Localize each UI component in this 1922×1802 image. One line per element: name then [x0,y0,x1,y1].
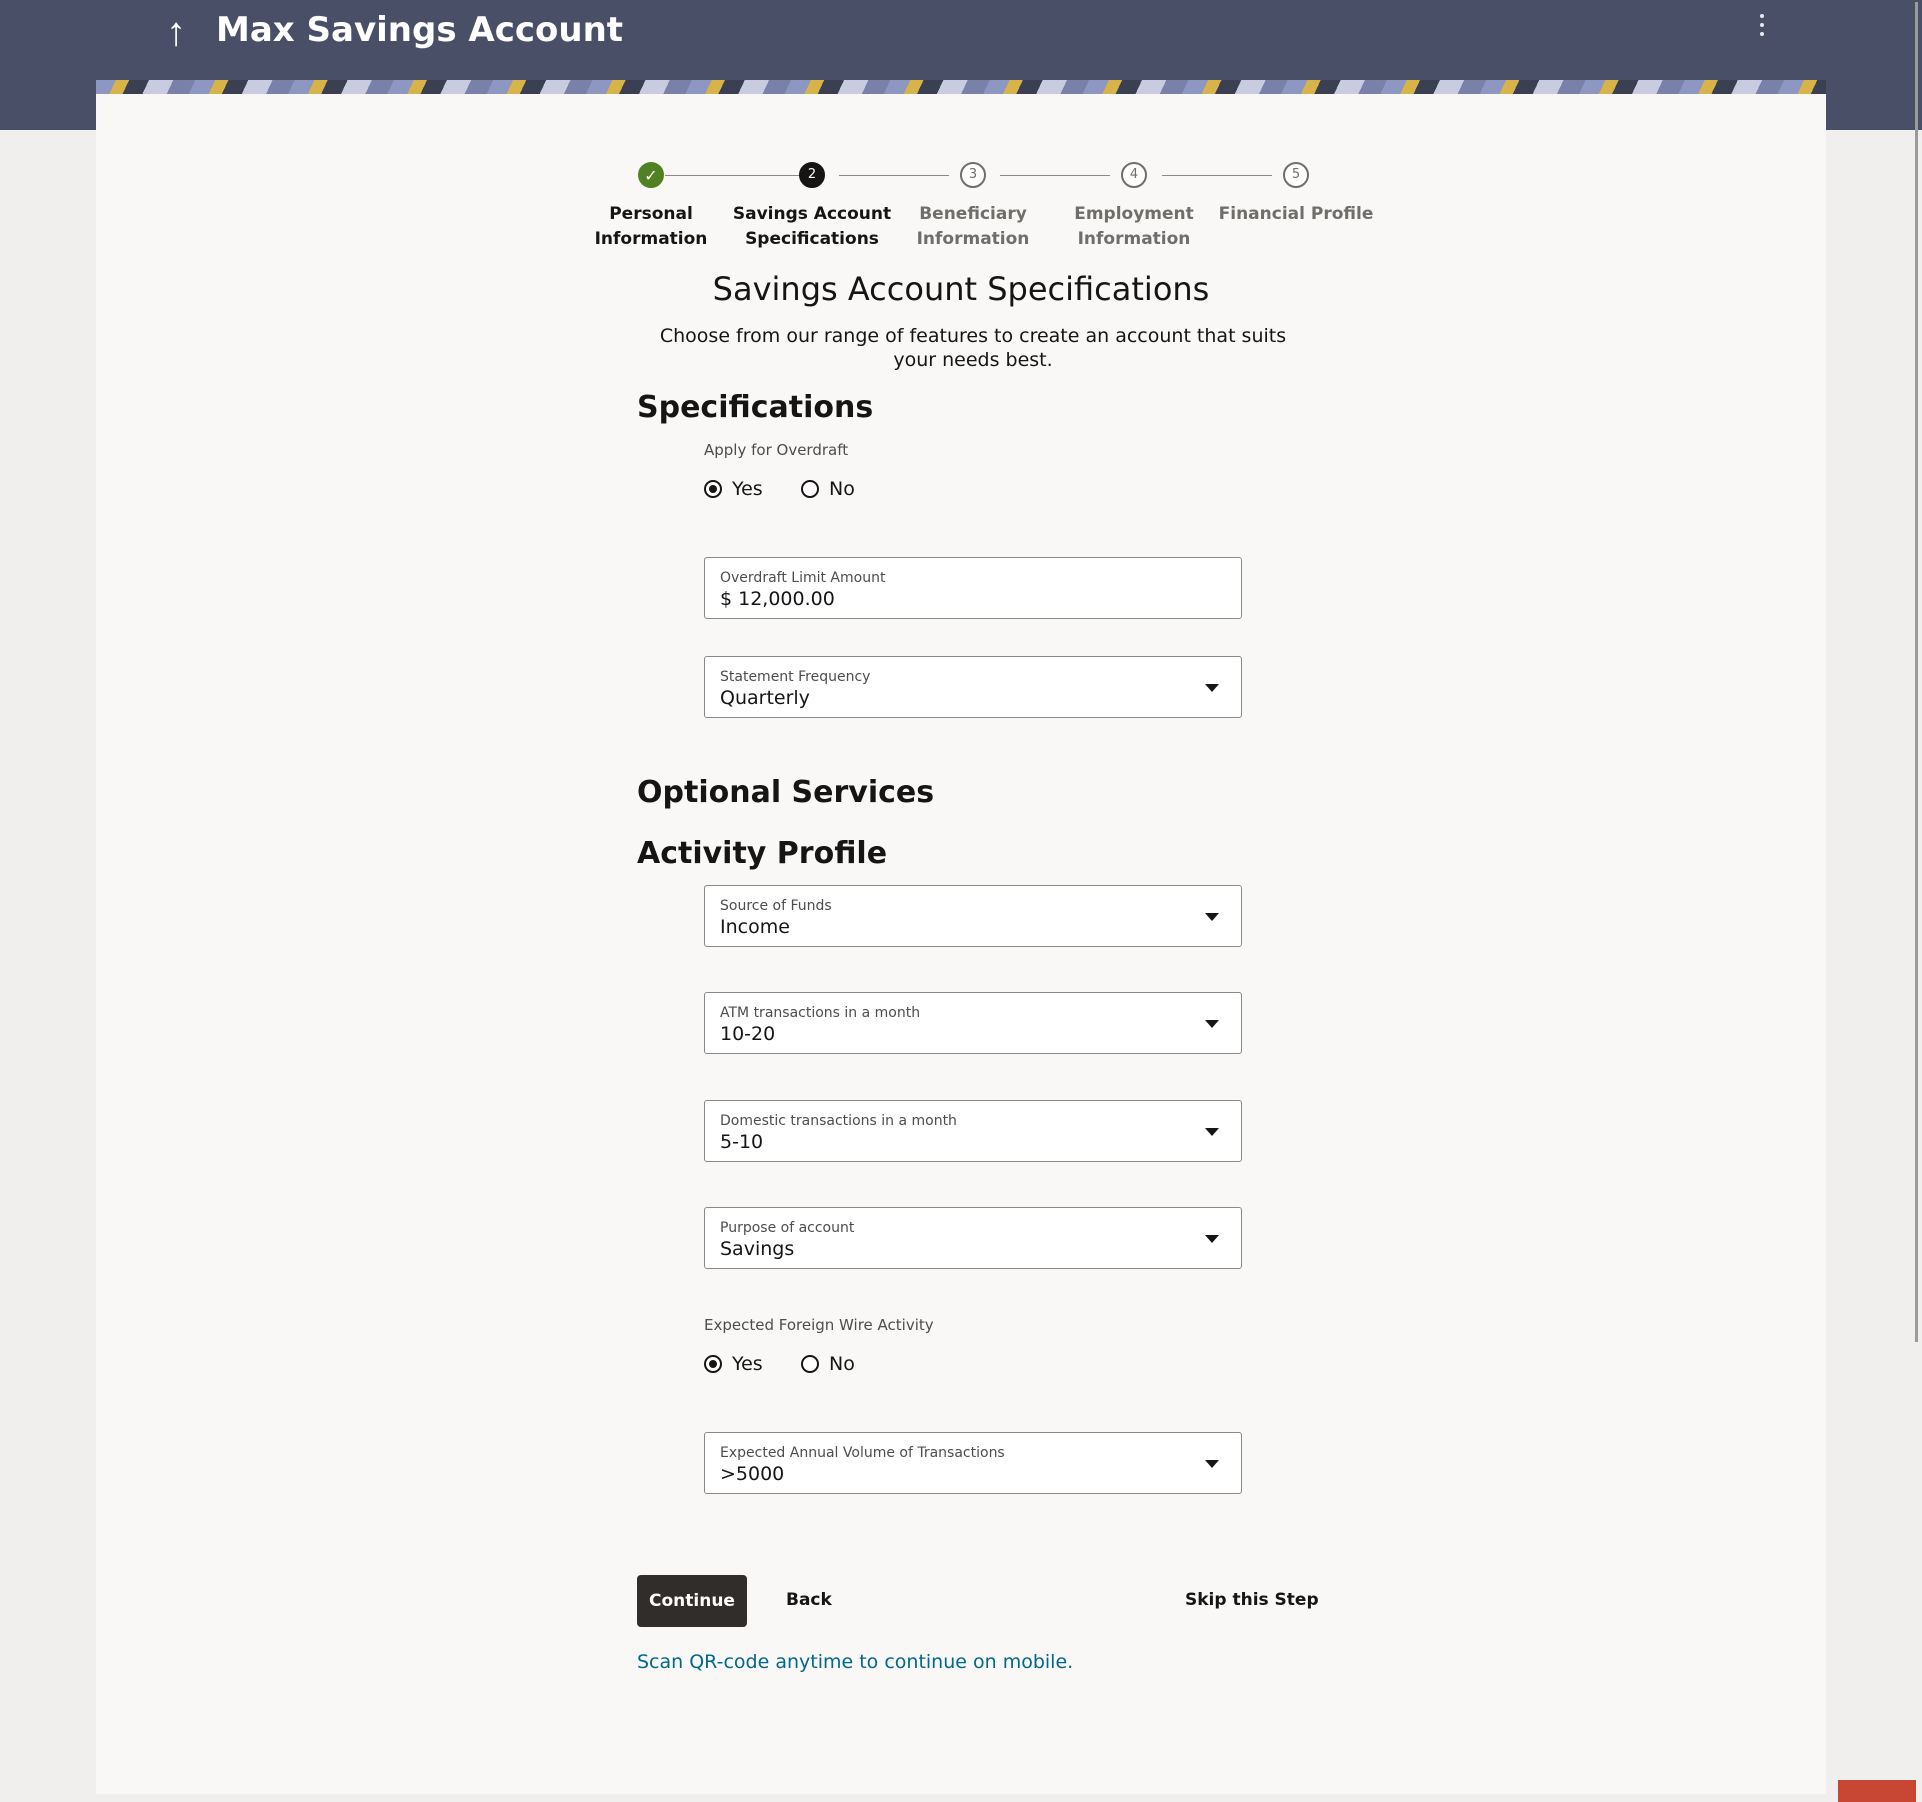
optional-services-heading: Optional Services [637,775,935,810]
step-label: Beneficiary Information [916,204,1030,249]
radio-unselected-icon [801,1355,819,1373]
page-title: Savings Account Specifications [712,270,1210,308]
scan-qr-link[interactable]: Scan QR-code anytime to continue on mobi… [637,1651,1073,1673]
progress-stepper: ✓ Personal Information 2 Savings Account S… [0,162,1922,262]
step-number: 4 [1121,162,1147,188]
step-number: 5 [1283,162,1309,188]
source-of-funds-select[interactable]: Source of Funds Income [704,885,1242,947]
radio-selected-icon [704,480,722,498]
step-beneficiary-information[interactable]: 3 Beneficiary Information [893,162,1053,252]
foreign-wire-label: Expected Foreign Wire Activity [704,1316,934,1334]
overdraft-label: Apply for Overdraft [704,441,849,459]
page-subtitle: Choose from our range of features to cre… [659,325,1287,371]
step-label: Personal Information [594,204,708,249]
foreign-wire-no-radio[interactable]: No [801,1353,855,1375]
activity-profile-heading: Activity Profile [637,836,888,871]
page-header-title: Max Savings Account [216,10,624,50]
chevron-down-icon [1205,913,1219,921]
step-employment-information[interactable]: 4 Employment Information [1054,162,1214,252]
foreign-wire-yes-radio[interactable]: Yes [704,1353,763,1375]
back-arrow-icon[interactable]: ↑ [166,10,186,54]
statement-frequency-select[interactable]: Statement Frequency Quarterly [704,656,1242,718]
app-header: ↑ Max Savings Account [96,0,1826,80]
continue-button[interactable]: Continue [637,1575,747,1627]
radio-unselected-icon [801,480,819,498]
radio-selected-icon [704,1355,722,1373]
annual-volume-select[interactable]: Expected Annual Volume of Transactions >… [704,1432,1242,1494]
purpose-of-account-select[interactable]: Purpose of account Savings [704,1207,1242,1269]
chevron-down-icon [1205,1460,1219,1468]
step-number: 2 [799,162,825,188]
chevron-down-icon [1205,1128,1219,1136]
overdraft-limit-amount-field[interactable]: Overdraft Limit Amount $ 12,000.00 [704,557,1242,619]
chevron-down-icon [1205,1020,1219,1028]
step-financial-profile[interactable]: 5 Financial Profile [1216,162,1376,227]
overdraft-yes-radio[interactable]: Yes [704,478,763,500]
chevron-down-icon [1205,1235,1219,1243]
overdraft-no-radio[interactable]: No [801,478,855,500]
kebab-menu-icon[interactable] [1760,14,1766,36]
step-personal-information[interactable]: ✓ Personal Information [571,162,731,252]
step-label: Employment Information [1074,204,1194,249]
corner-badge [1838,1780,1916,1802]
skip-step-button[interactable]: Skip this Step [1185,1590,1319,1610]
check-icon: ✓ [638,162,664,188]
back-button[interactable]: Back [786,1590,832,1610]
step-label: Savings Account Specifications [732,204,892,249]
step-label: Financial Profile [1218,204,1374,224]
specifications-heading: Specifications [637,390,874,425]
decorative-banner-stripe [96,80,1826,94]
domestic-transactions-select[interactable]: Domestic transactions in a month 5-10 [704,1100,1242,1162]
atm-transactions-select[interactable]: ATM transactions in a month 10-20 [704,992,1242,1054]
step-savings-account-specifications[interactable]: 2 Savings Account Specifications [732,162,892,252]
chevron-down-icon [1205,684,1219,692]
step-number: 3 [960,162,986,188]
